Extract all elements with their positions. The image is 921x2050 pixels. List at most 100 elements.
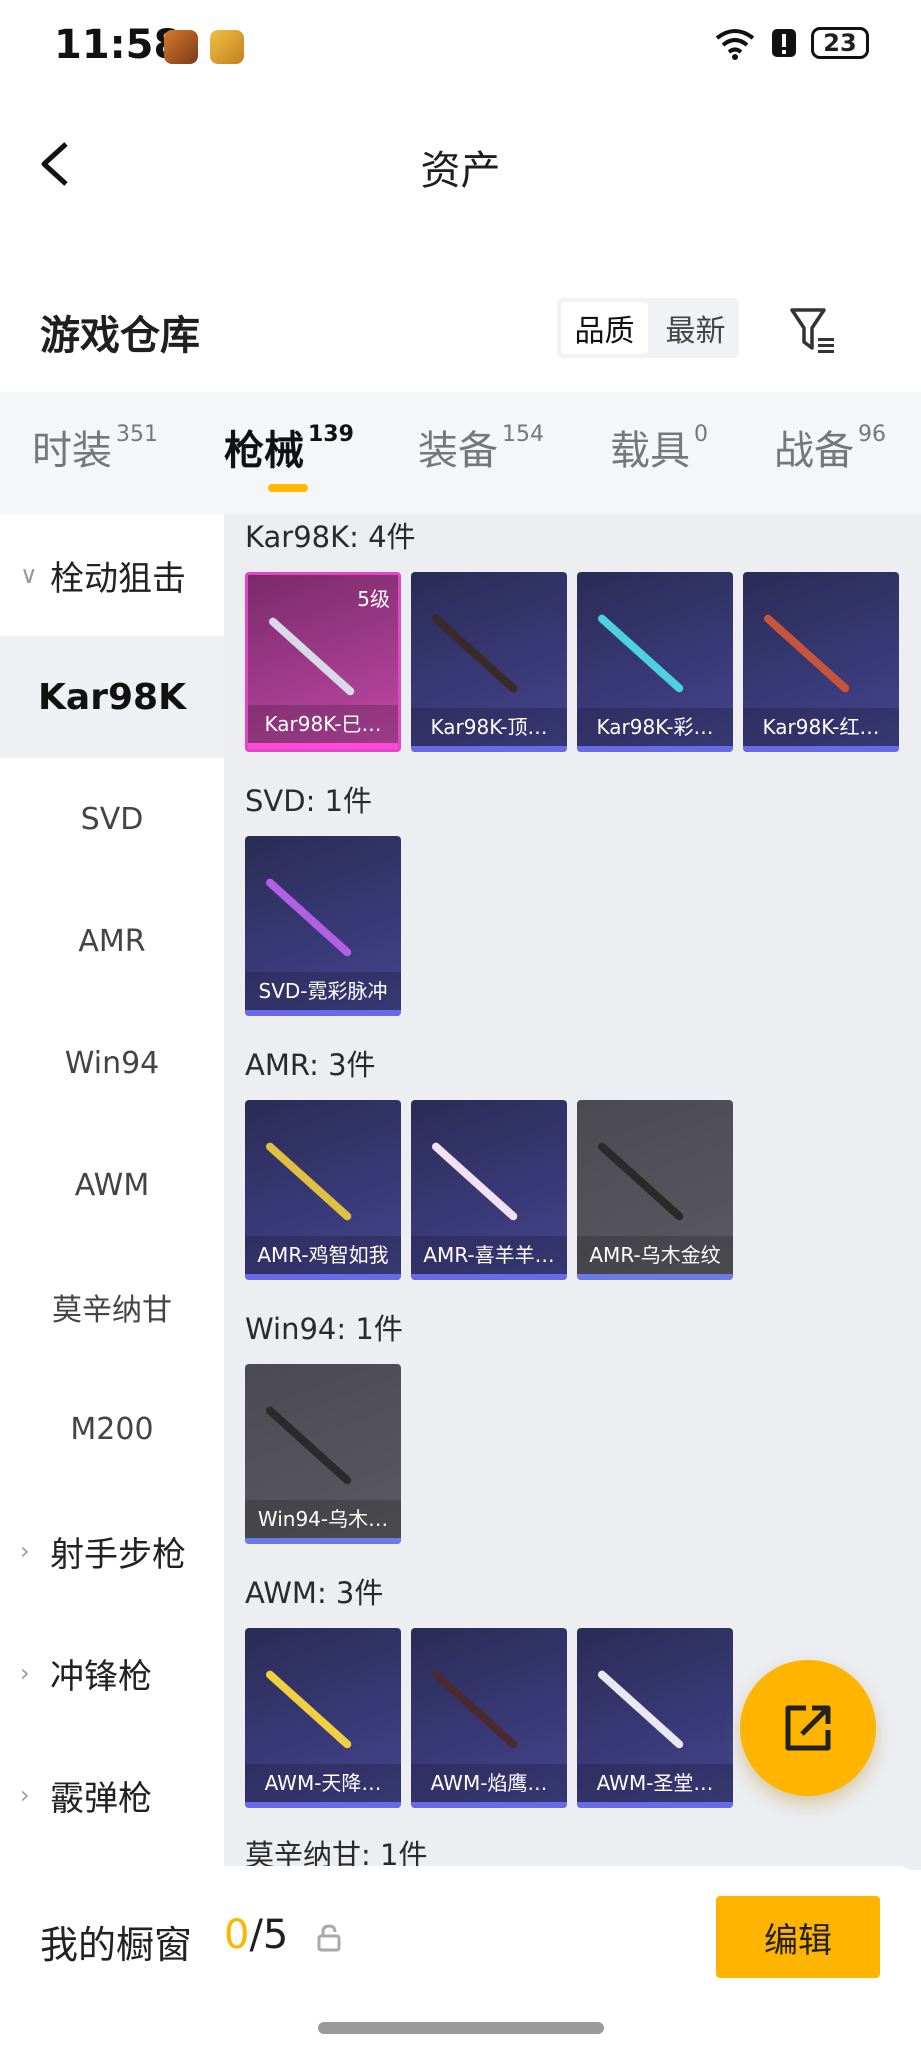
sidebar-group-label: 冲锋枪: [50, 1656, 152, 1697]
gun-image: [430, 1669, 519, 1750]
item-name: AMR-喜羊羊…: [411, 1236, 567, 1274]
item-name: AWM-天降…: [245, 1764, 401, 1802]
item-name: Win94-乌木…: [245, 1500, 401, 1538]
chevron-down-icon: ∨: [20, 561, 38, 589]
wifi-icon: [715, 29, 755, 60]
alert-icon: [772, 29, 796, 57]
gun-image: [762, 613, 851, 694]
chevron-right-icon: ›: [20, 1659, 30, 1687]
item-name: Kar98K-顶…: [411, 708, 567, 746]
item-card[interactable]: AMR-喜羊羊…: [411, 1100, 567, 1280]
tab-supplies[interactable]: 战备 96: [774, 418, 886, 476]
sidebar-item-mosin[interactable]: 莫辛纳甘: [0, 1246, 224, 1368]
home-indicator[interactable]: [318, 2022, 604, 2034]
rarity-bar: [411, 1274, 567, 1280]
sidebar-item-win94[interactable]: Win94: [0, 1002, 224, 1124]
sidebar-item-svd[interactable]: SVD: [0, 758, 224, 880]
showcase-count-total: /5: [249, 1912, 289, 1958]
tab-count: 96: [858, 422, 886, 447]
rarity-bar: [245, 1010, 401, 1016]
sort-quality-option[interactable]: 品质: [561, 302, 648, 354]
tab-vehicles[interactable]: 载具 0: [610, 418, 708, 476]
chevron-right-icon: ›: [20, 1537, 30, 1565]
section-title: 游戏仓库: [40, 313, 200, 359]
gun-image: [264, 877, 353, 958]
sidebar-group-bolt-action[interactable]: ∨ 栓动狙击: [0, 514, 224, 636]
gun-image: [596, 1141, 685, 1222]
gun-image: [267, 616, 356, 697]
app-icon: [164, 30, 198, 64]
tab-label: 装备: [418, 428, 498, 474]
group-label: AMR: 3件: [245, 1048, 376, 1082]
item-name: AMR-鸡智如我: [245, 1236, 401, 1274]
active-tab-indicator: [268, 484, 308, 492]
sidebar-item-awm[interactable]: AWM: [0, 1124, 224, 1246]
rarity-bar: [248, 743, 398, 749]
gun-image: [596, 613, 685, 694]
item-card[interactable]: 5级 Kar98K-巳…: [245, 572, 401, 752]
sidebar-group-smg[interactable]: › 冲锋枪: [0, 1612, 224, 1734]
item-name: AWM-圣堂…: [577, 1764, 733, 1802]
item-card[interactable]: AWM-焰鹰…: [411, 1628, 567, 1808]
item-name: Kar98K-彩…: [577, 708, 733, 746]
item-card[interactable]: AWM-圣堂…: [577, 1628, 733, 1808]
item-card[interactable]: AMR-乌木金纹: [577, 1100, 733, 1280]
tab-equipment[interactable]: 装备 154: [418, 418, 544, 476]
item-card[interactable]: Kar98K-红…: [743, 572, 899, 752]
tab-label: 枪械: [224, 428, 304, 474]
battery-indicator: 23: [811, 27, 869, 59]
group-label: Kar98K: 4件: [245, 520, 416, 554]
group-label: Win94: 1件: [245, 1312, 403, 1346]
item-card[interactable]: Win94-乌木…: [245, 1364, 401, 1544]
tab-firearms[interactable]: 枪械 139: [224, 418, 354, 476]
rarity-bar: [411, 1802, 567, 1808]
gun-image: [430, 1141, 519, 1222]
rarity-bar: [245, 1274, 401, 1280]
item-card[interactable]: Kar98K-彩…: [577, 572, 733, 752]
app-icon: [210, 30, 244, 64]
item-card[interactable]: AMR-鸡智如我: [245, 1100, 401, 1280]
level-badge: 5级: [357, 587, 390, 611]
item-name: AWM-焰鹰…: [411, 1764, 567, 1802]
gun-image: [264, 1141, 353, 1222]
tab-label: 载具: [610, 428, 690, 474]
item-card[interactable]: AWM-天降…: [245, 1628, 401, 1808]
tab-count: 139: [308, 422, 354, 447]
chevron-right-icon: ›: [20, 1781, 30, 1809]
rarity-bar: [411, 746, 567, 752]
gun-image: [430, 613, 519, 694]
sidebar-group-shotgun[interactable]: › 霰弹枪: [0, 1734, 224, 1856]
tab-count: 0: [694, 422, 708, 447]
showcase-title: 我的橱窗: [40, 1923, 193, 1967]
sidebar-item-kar98k[interactable]: Kar98K: [0, 636, 224, 758]
page-title: 资产: [420, 148, 501, 194]
filter-icon[interactable]: [788, 304, 840, 356]
sidebar-group-label: 霰弹枪: [50, 1778, 152, 1819]
tab-label: 时装: [32, 428, 112, 474]
sidebar-group-label: 栓动狙击: [50, 558, 186, 599]
group-label: SVD: 1件: [245, 784, 373, 818]
rarity-bar: [577, 1274, 733, 1280]
group-label: AWM: 3件: [245, 1576, 384, 1610]
item-name: SVD-霓彩脉冲: [245, 972, 401, 1010]
sidebar-item-m200[interactable]: M200: [0, 1368, 224, 1490]
gun-image: [264, 1669, 353, 1750]
tab-count: 154: [502, 422, 544, 447]
sort-newest-option[interactable]: 最新: [652, 298, 739, 358]
showcase-count: 0/5: [224, 1912, 288, 1958]
sort-toggle: 品质 最新: [557, 298, 739, 358]
rarity-bar: [577, 746, 733, 752]
edit-button[interactable]: 编辑: [716, 1896, 880, 1978]
showcase-count-used: 0: [224, 1912, 250, 1958]
item-card[interactable]: Kar98K-顶…: [411, 572, 567, 752]
tab-fashion[interactable]: 时装 351: [32, 418, 158, 476]
sidebar-item-amr[interactable]: AMR: [0, 880, 224, 1002]
status-icons: 23: [713, 26, 869, 60]
item-name: Kar98K-红…: [743, 708, 899, 746]
share-button[interactable]: [740, 1660, 876, 1796]
lock-icon: [317, 1924, 341, 1952]
item-card[interactable]: SVD-霓彩脉冲: [245, 836, 401, 1016]
item-name: AMR-乌木金纹: [577, 1236, 733, 1274]
sidebar-group-marksman[interactable]: › 射手步枪: [0, 1490, 224, 1612]
rarity-bar: [245, 1538, 401, 1544]
